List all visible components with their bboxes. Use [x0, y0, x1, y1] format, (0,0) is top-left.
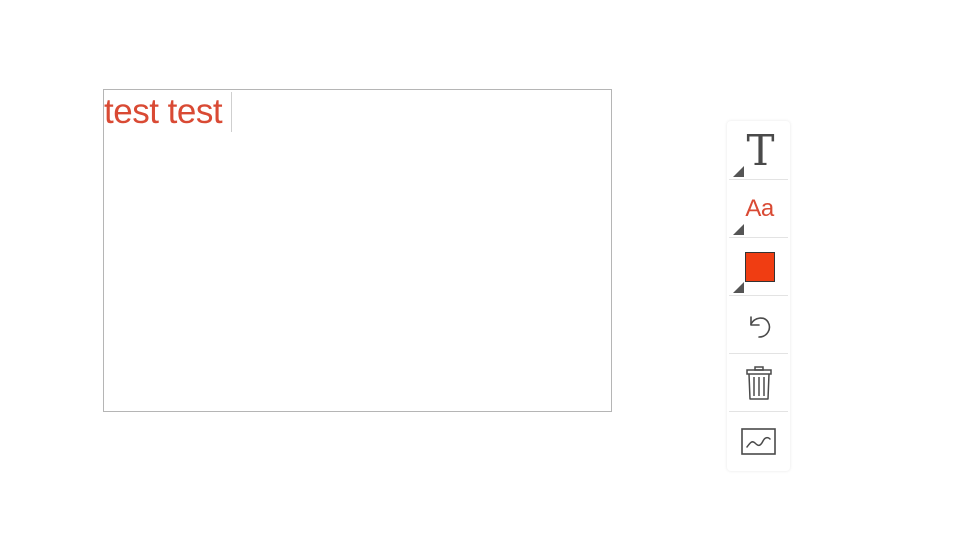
delete-button[interactable]: [729, 354, 788, 412]
font-tool-button[interactable]: Aa: [729, 180, 788, 238]
drawing-canvas[interactable]: test test: [103, 89, 612, 412]
trash-icon: [745, 365, 772, 400]
text-tool-button[interactable]: T: [729, 122, 788, 180]
signature-button[interactable]: [729, 412, 788, 470]
font-size-icon: Aa: [745, 194, 774, 222]
submenu-corner-icon: [733, 282, 744, 293]
color-swatch-icon: [744, 251, 775, 282]
text-tool-icon: T: [746, 125, 775, 175]
undo-button[interactable]: [729, 296, 788, 354]
drawing-toolbar: T Aa: [727, 121, 790, 471]
submenu-corner-icon: [733, 224, 744, 235]
color-tool-button[interactable]: [729, 238, 788, 296]
text-entry[interactable]: test test: [104, 92, 233, 132]
undo-icon: [749, 315, 770, 338]
signature-icon: [740, 428, 776, 455]
submenu-corner-icon: [733, 166, 744, 177]
